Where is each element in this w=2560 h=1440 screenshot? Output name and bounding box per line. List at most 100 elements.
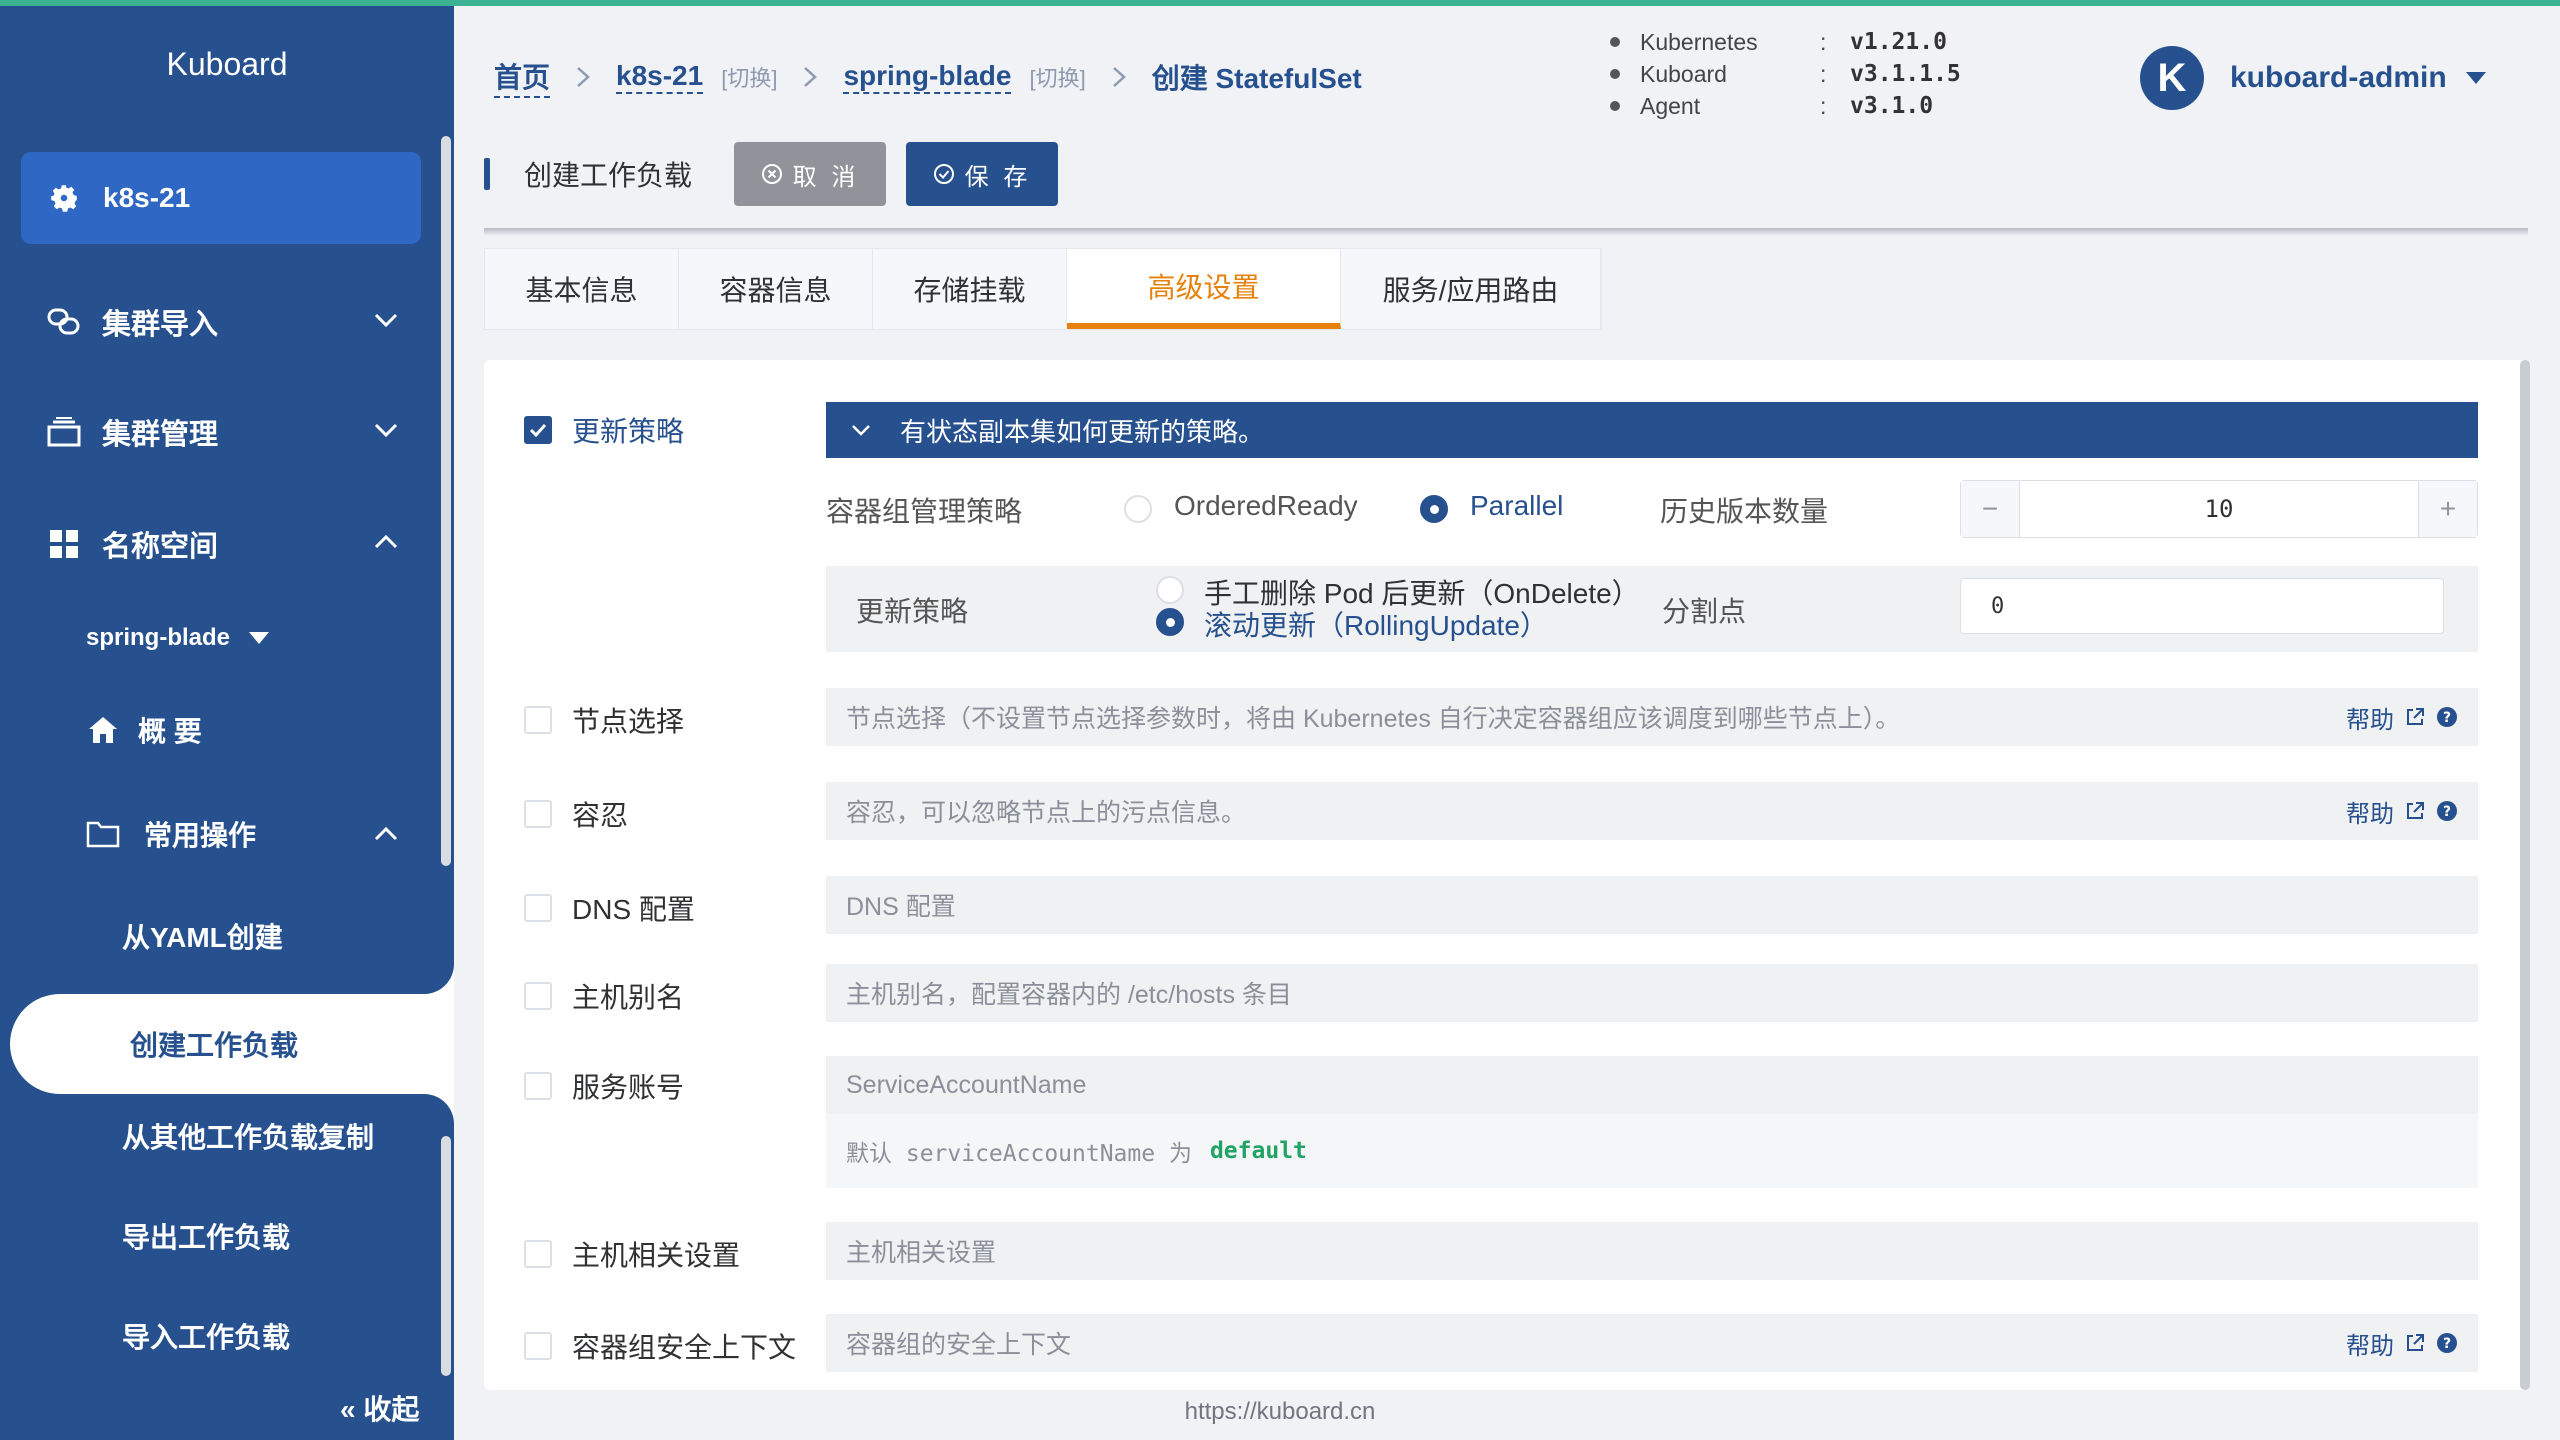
pod-management-label: 容器组管理策略 xyxy=(826,496,1023,527)
breadcrumb-switch-cluster[interactable]: [切换] xyxy=(721,61,777,93)
help-link[interactable]: 帮助 ? xyxy=(2346,1314,2458,1372)
namespace-name: spring-blade xyxy=(86,624,231,651)
note-text: 默认 serviceAccountName 为 xyxy=(846,1141,1192,1167)
chevron-right-icon xyxy=(801,65,819,89)
check-circle-icon xyxy=(933,164,954,184)
tab-storage[interactable]: 存储挂载 xyxy=(873,249,1067,329)
menu-label: 概 要 xyxy=(138,716,202,747)
question-icon: ? xyxy=(2437,1333,2457,1353)
version-row: Kuboard: v3.1.1.5 xyxy=(1610,58,1961,90)
radio-ordered-ready[interactable] xyxy=(1124,495,1152,523)
radio-rolling-update[interactable] xyxy=(1156,608,1184,636)
field-placeholder: ServiceAccountName xyxy=(846,1070,1087,1099)
service-account-field[interactable]: ServiceAccountName xyxy=(826,1056,2478,1114)
menu-common-ops[interactable]: 常用操作 xyxy=(0,794,454,874)
menu-label: 集群管理 xyxy=(102,419,219,451)
footer-link[interactable]: https://kuboard.cn xyxy=(0,1398,2560,1426)
row-label: 节点选择 xyxy=(572,706,685,737)
help-link[interactable]: 帮助 ? xyxy=(2346,782,2458,840)
menu-label: 导入工作负载 xyxy=(122,1322,291,1353)
checkbox-icon xyxy=(524,706,552,734)
version-name: Agent xyxy=(1640,92,1701,119)
svg-text:?: ? xyxy=(2443,804,2451,820)
user-menu[interactable]: K kuboard-admin xyxy=(2140,46,2487,110)
menu-cluster-manage[interactable]: 集群管理 xyxy=(0,392,454,472)
menu-overview[interactable]: 概 要 xyxy=(0,690,440,770)
toleration-field[interactable]: 容忍，可以忽略节点上的污点信息。 帮助 ? xyxy=(826,782,2478,840)
menu-namespace[interactable]: 名称空间 xyxy=(0,504,454,584)
breadcrumb-namespace[interactable]: spring-blade xyxy=(843,60,1012,94)
radio-on-delete[interactable] xyxy=(1156,576,1184,604)
tab-service-routing[interactable]: 服务/应用路由 xyxy=(1341,249,1601,329)
security-context-field[interactable]: 容器组的安全上下文 帮助 ? xyxy=(826,1314,2478,1372)
update-strategy-description: 有状态副本集如何更新的策略。 xyxy=(900,416,1265,447)
menu-export-workload[interactable]: 导出工作负载 xyxy=(0,1196,440,1276)
chevron-down-icon xyxy=(374,423,398,438)
field-placeholder: DNS 配置 xyxy=(846,893,956,921)
chevron-down-icon xyxy=(374,313,398,328)
sidebar: Kuboard k8s-21 集群导入 集群管理 名称空间 spring-bla… xyxy=(0,6,454,1440)
menu-label: 常用操作 xyxy=(144,820,257,851)
menu-copy-workload[interactable]: 从其他工作负载复制 xyxy=(0,1096,440,1176)
menu-import-workload[interactable]: 导入工作负载 xyxy=(0,1296,440,1376)
save-button[interactable]: 保 存 xyxy=(906,142,1059,206)
chevron-down-icon xyxy=(852,425,870,436)
active-notch-top xyxy=(394,954,454,994)
help-link[interactable]: 帮助 ? xyxy=(2346,688,2458,746)
sidebar-scrollbar[interactable] xyxy=(441,136,451,866)
update-strategy-checkbox[interactable]: 更新策略 xyxy=(524,410,684,450)
tab-container-info[interactable]: 容器信息 xyxy=(679,249,873,329)
breadcrumb-cluster[interactable]: k8s-21 xyxy=(616,60,704,94)
external-link-icon xyxy=(2407,802,2424,819)
namespace-selector[interactable]: spring-blade xyxy=(0,598,440,678)
increment-button[interactable]: + xyxy=(2419,481,2477,537)
chevron-right-icon xyxy=(574,65,592,89)
cluster-card[interactable]: k8s-21 xyxy=(21,152,421,244)
question-icon: ? xyxy=(2437,707,2457,727)
security-context-checkbox[interactable]: 容器组安全上下文 xyxy=(524,1326,796,1366)
history-limit-stepper[interactable]: − 10 + xyxy=(1960,480,2478,538)
breadcrumb-home[interactable]: 首页 xyxy=(494,56,551,98)
default-value: default xyxy=(1209,1138,1307,1164)
row-label: 服务账号 xyxy=(572,1072,685,1103)
host-settings-checkbox[interactable]: 主机相关设置 xyxy=(524,1234,740,1274)
menu-cluster-import[interactable]: 集群导入 xyxy=(0,282,454,362)
tab-advanced[interactable]: 高级设置 xyxy=(1067,249,1341,329)
menu-create-workload[interactable]: 创建工作负载 xyxy=(10,994,454,1094)
service-account-checkbox[interactable]: 服务账号 xyxy=(524,1066,684,1106)
radio-parallel[interactable] xyxy=(1420,495,1448,523)
update-strategy-type-label: 更新策略 xyxy=(856,596,969,627)
checkbox-icon xyxy=(524,1240,552,1268)
checkbox-icon xyxy=(524,800,552,828)
host-aliases-checkbox[interactable]: 主机别名 xyxy=(524,976,684,1016)
breadcrumb-switch-namespace[interactable]: [切换] xyxy=(1029,61,1085,93)
server-icon xyxy=(44,412,84,452)
svg-text:?: ? xyxy=(2443,710,2451,726)
toleration-checkbox[interactable]: 容忍 xyxy=(524,794,628,834)
node-selector-checkbox[interactable]: 节点选择 xyxy=(524,700,684,740)
tab-label: 容器信息 xyxy=(719,275,832,306)
version-value: v3.1.1.5 xyxy=(1850,61,1961,87)
cancel-button[interactable]: 取 消 xyxy=(734,142,887,206)
caret-down-icon xyxy=(249,632,270,644)
page-title-bar: 创建工作负载 取 消 保 存 xyxy=(484,142,1059,206)
tab-basic-info[interactable]: 基本信息 xyxy=(485,249,679,329)
node-selector-field[interactable]: 节点选择（不设置节点选择参数时，将由 Kubernetes 自行决定容器组应该调… xyxy=(826,688,2478,746)
decrement-button[interactable]: − xyxy=(1961,481,2019,537)
dns-config-checkbox[interactable]: DNS 配置 xyxy=(524,888,695,928)
host-aliases-field[interactable]: 主机别名，配置容器内的 /etc/hosts 条目 xyxy=(826,964,2478,1022)
ordered-ready-label: OrderedReady xyxy=(1174,490,1358,521)
external-link-icon xyxy=(2407,1334,2424,1351)
dns-config-field[interactable]: DNS 配置 xyxy=(826,876,2478,934)
history-limit-value[interactable]: 10 xyxy=(2019,481,2419,537)
sidebar-scrollbar-lower[interactable] xyxy=(441,1136,451,1376)
version-info: Kubernetes: v1.21.0 Kuboard: v3.1.1.5 Agen… xyxy=(1610,26,1961,122)
menu-label: 导出工作负载 xyxy=(122,1222,291,1253)
update-strategy-header[interactable]: 有状态副本集如何更新的策略。 xyxy=(826,402,2478,458)
partition-input[interactable]: 0 xyxy=(1960,578,2444,634)
row-label: 容忍 xyxy=(572,800,629,831)
main-scrollbar[interactable] xyxy=(2520,360,2530,1390)
menu-yaml-create[interactable]: 从YAML创建 xyxy=(0,896,440,976)
host-settings-field[interactable]: 主机相关设置 xyxy=(826,1222,2478,1280)
version-value: v3.1.0 xyxy=(1850,93,1934,119)
